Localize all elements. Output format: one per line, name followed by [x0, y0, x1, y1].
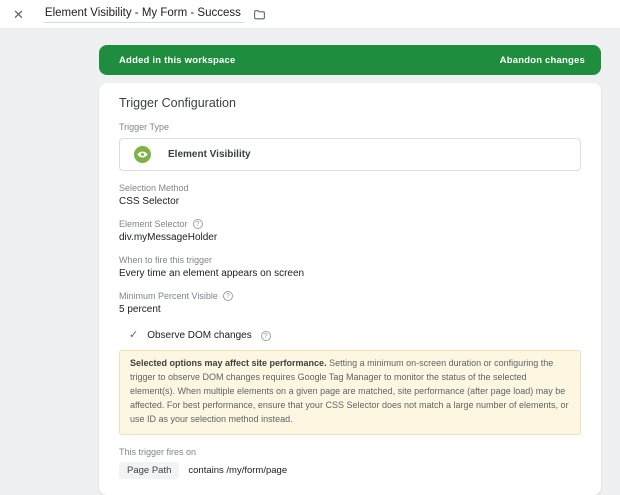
trigger-type-label: Trigger Type	[119, 122, 581, 132]
warning-title: Selected options may affect site perform…	[130, 358, 327, 368]
close-icon[interactable]: ✕	[13, 8, 24, 21]
fires-on-condition: contains /my/form/page	[188, 465, 287, 476]
minimum-percent-visible-label: Minimum Percent Visible	[119, 291, 218, 301]
selection-method-value: CSS Selector	[119, 196, 581, 207]
help-icon[interactable]: ?	[261, 331, 271, 341]
element-selector-label: Element Selector	[119, 219, 188, 229]
observe-dom-changes-label: Observe DOM changes	[147, 330, 252, 341]
selection-method-label: Selection Method	[119, 183, 581, 193]
help-icon[interactable]: ?	[223, 291, 233, 301]
page-path-chip: Page Path	[119, 462, 179, 479]
help-icon[interactable]: ?	[193, 219, 203, 229]
minimum-percent-visible-label-row: Minimum Percent Visible ?	[119, 291, 581, 301]
abandon-changes-button[interactable]: Abandon changes	[500, 55, 585, 66]
when-to-fire-value: Every time an element appears on screen	[119, 268, 581, 279]
fires-on-condition-row: Page Path contains /my/form/page	[119, 462, 581, 479]
card-title: Trigger Configuration	[119, 96, 581, 110]
performance-warning-box: Selected options may affect site perform…	[119, 350, 581, 435]
element-selector-label-row: Element Selector ?	[119, 219, 581, 229]
workspace-banner: Added in this workspace Abandon changes	[99, 45, 601, 75]
workspace-status-text: Added in this workspace	[119, 55, 236, 66]
checkmark-icon: ✓	[129, 330, 138, 341]
trigger-type-selector[interactable]: Element Visibility	[119, 138, 581, 171]
minimum-percent-visible-value: 5 percent	[119, 304, 581, 315]
element-selector-value: div.myMessageHolder	[119, 232, 581, 243]
trigger-type-value: Element Visibility	[168, 149, 251, 160]
trigger-configuration-card: Trigger Configuration Trigger Type Eleme…	[99, 83, 601, 495]
fires-on-label: This trigger fires on	[119, 447, 581, 457]
folder-icon[interactable]	[253, 8, 266, 21]
element-visibility-eye-icon	[134, 146, 151, 163]
title-bar: ✕ Element Visibility - My Form - Success	[0, 0, 620, 29]
observe-dom-changes-checkbox[interactable]: ✓ Observe DOM changes ?	[129, 330, 581, 341]
trigger-name-field[interactable]: Element Visibility - My Form - Success	[44, 6, 244, 23]
when-to-fire-label: When to fire this trigger	[119, 255, 581, 265]
